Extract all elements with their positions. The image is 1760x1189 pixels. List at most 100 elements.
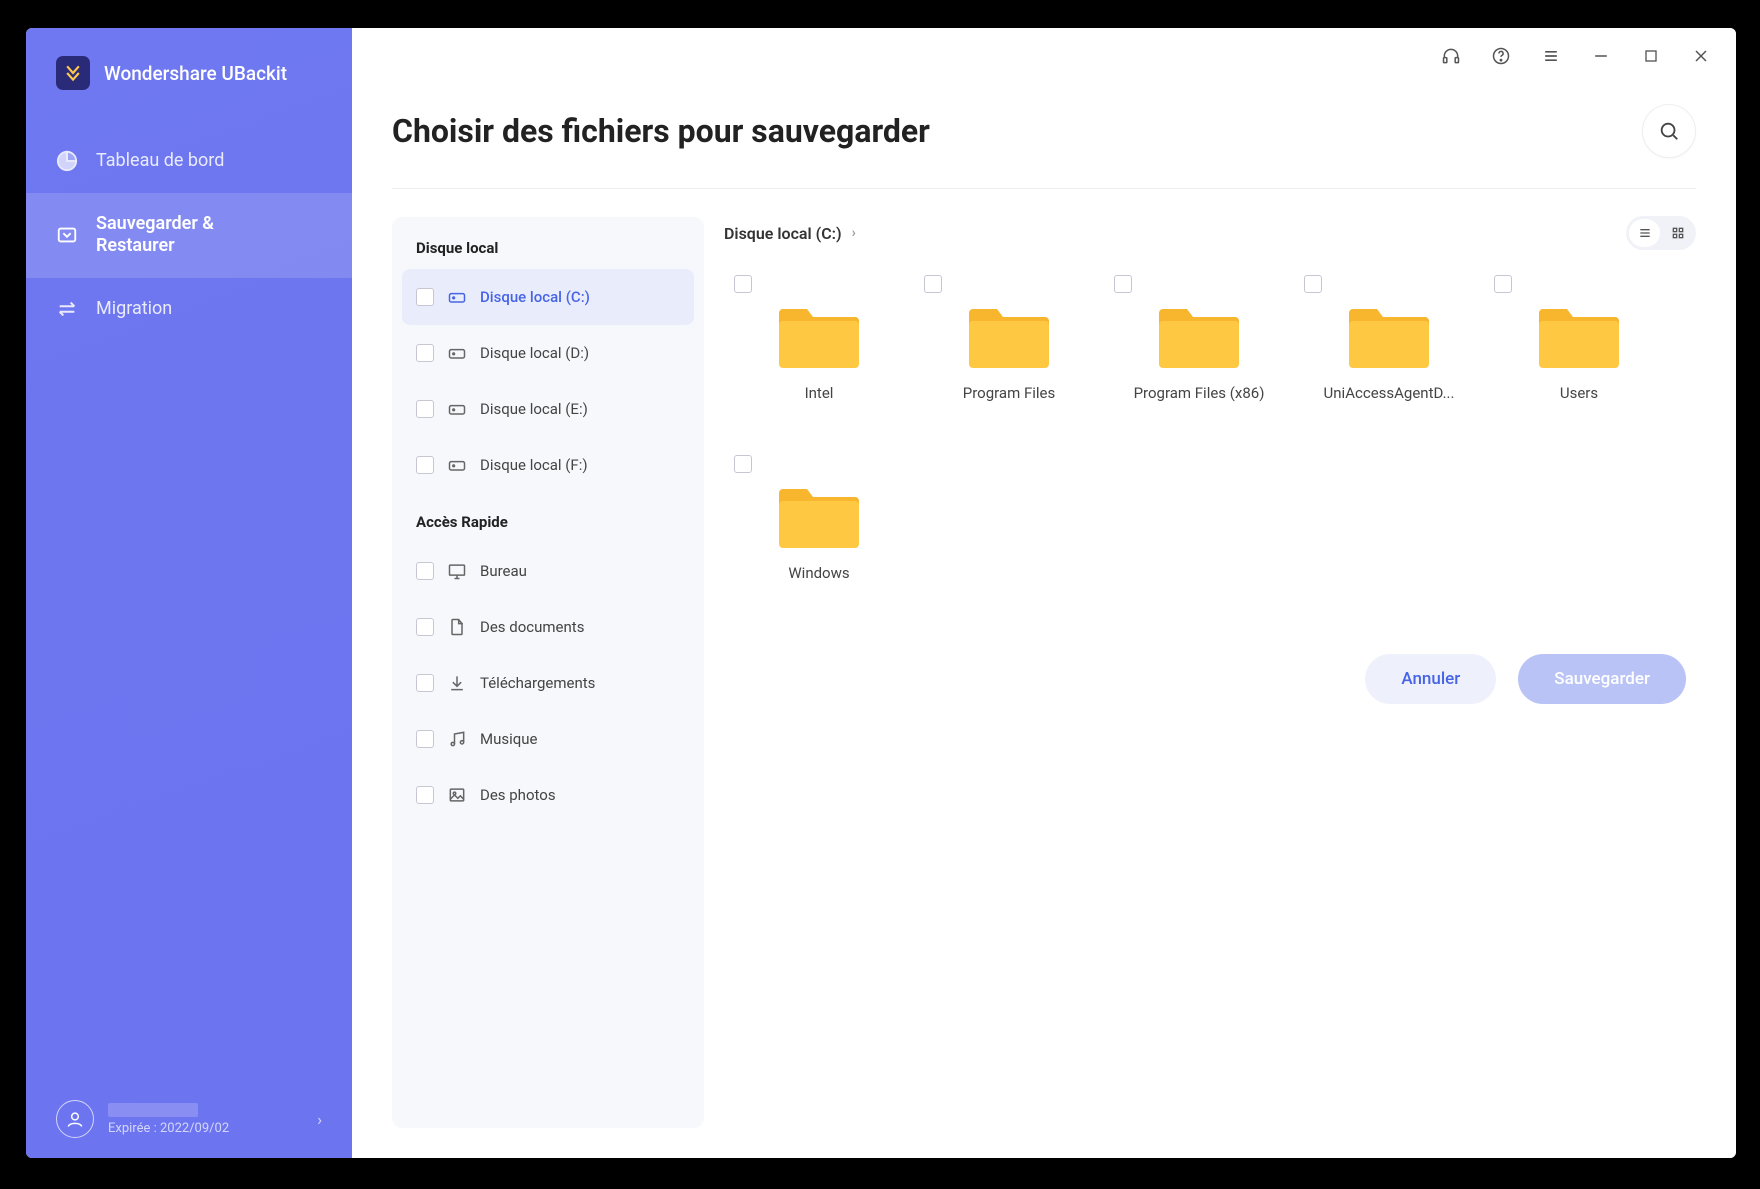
sidebar-item-dashboard[interactable]: Tableau de bord xyxy=(26,130,352,193)
search-button[interactable] xyxy=(1642,104,1696,158)
cancel-button[interactable]: Annuler xyxy=(1365,654,1496,704)
headset-icon[interactable] xyxy=(1440,45,1462,67)
content: Choisir des fichiers pour sauvegarder Di… xyxy=(352,84,1736,1158)
folder-item[interactable]: Windows xyxy=(724,451,914,631)
sidebar-item-label: Migration xyxy=(96,298,172,321)
quick-label: Téléchargements xyxy=(480,674,595,692)
folder-area: Disque local (C:) › Inte xyxy=(724,217,1696,1128)
folder-item[interactable]: Program Files (x86) xyxy=(1104,271,1294,451)
quick-item-desktop[interactable]: Bureau xyxy=(402,543,694,599)
disk-list: Disque local (C:) Disque local (D:) Disq… xyxy=(402,269,694,493)
folder-icon xyxy=(1539,303,1619,368)
quick-label: Musique xyxy=(480,730,538,748)
help-icon[interactable] xyxy=(1490,45,1512,67)
view-list-button[interactable] xyxy=(1629,219,1660,247)
folder-label: Program Files (x86) xyxy=(1134,384,1265,402)
checkbox[interactable] xyxy=(416,456,434,474)
main: Choisir des fichiers pour sauvegarder Di… xyxy=(352,28,1736,1158)
account-area[interactable]: Expirée : 2022/09/02 › xyxy=(26,1080,352,1158)
menu-icon[interactable] xyxy=(1540,45,1562,67)
drive-icon xyxy=(446,454,468,476)
checkbox[interactable] xyxy=(1494,275,1512,293)
save-button[interactable]: Sauvegarder xyxy=(1518,654,1686,704)
quick-item-photos[interactable]: Des photos xyxy=(402,767,694,823)
folder-icon xyxy=(779,303,859,368)
folder-label: Windows xyxy=(788,564,849,582)
page-title: Choisir des fichiers pour sauvegarder xyxy=(392,112,930,150)
quick-item-music[interactable]: Musique xyxy=(402,711,694,767)
checkbox[interactable] xyxy=(734,455,752,473)
checkbox[interactable] xyxy=(416,618,434,636)
folder-item[interactable]: Program Files xyxy=(914,271,1104,451)
folder-label: Program Files xyxy=(963,384,1055,402)
checkbox[interactable] xyxy=(1304,275,1322,293)
account-name-redacted xyxy=(108,1103,198,1117)
disk-label: Disque local (F:) xyxy=(480,456,588,474)
account-expiry: Expirée : 2022/09/02 xyxy=(108,1121,303,1136)
drive-icon xyxy=(446,286,468,308)
checkbox[interactable] xyxy=(416,562,434,580)
checkbox[interactable] xyxy=(734,275,752,293)
chevron-right-icon: › xyxy=(852,225,856,241)
checkbox[interactable] xyxy=(416,288,434,306)
checkbox[interactable] xyxy=(416,344,434,362)
folder-label: Users xyxy=(1560,384,1598,402)
folder-item[interactable]: Users xyxy=(1484,271,1674,451)
sidebar-item-migration[interactable]: Migration xyxy=(26,278,352,341)
sidebar-item-label: Tableau de bord xyxy=(96,150,224,173)
swap-icon xyxy=(56,298,78,320)
quick-label: Bureau xyxy=(480,562,527,580)
disk-label: Disque local (D:) xyxy=(480,344,589,362)
window-close[interactable] xyxy=(1690,45,1712,67)
app-window: Wondershare UBackit Tableau de bord Sauv… xyxy=(26,28,1736,1158)
folder-icon xyxy=(779,483,859,548)
checkbox[interactable] xyxy=(416,674,434,692)
drive-icon xyxy=(446,342,468,364)
panel-group-title-quick: Accès Rapide xyxy=(402,493,694,543)
download-icon xyxy=(446,672,468,694)
folder-label: Intel xyxy=(805,384,834,402)
checkbox[interactable] xyxy=(924,275,942,293)
sidebar-item-backup-restore[interactable]: Sauvegarder & Restaurer xyxy=(26,193,352,278)
folder-item[interactable]: UniAccessAgentD... xyxy=(1294,271,1484,451)
document-icon xyxy=(446,616,468,638)
window-minimize[interactable] xyxy=(1590,45,1612,67)
view-toggle xyxy=(1626,216,1696,250)
user-icon xyxy=(56,1100,94,1138)
crumb-row: Disque local (C:) › xyxy=(724,217,1696,249)
folder-item[interactable]: Intel xyxy=(724,271,914,451)
checkbox[interactable] xyxy=(416,786,434,804)
quick-label: Des documents xyxy=(480,618,584,636)
disk-label: Disque local (E:) xyxy=(480,400,588,418)
checkbox[interactable] xyxy=(1114,275,1132,293)
disk-item-e[interactable]: Disque local (E:) xyxy=(402,381,694,437)
app-logo-icon xyxy=(56,56,90,90)
folder-icon xyxy=(1159,303,1239,368)
music-icon xyxy=(446,728,468,750)
window-maximize[interactable] xyxy=(1640,45,1662,67)
sidebar: Wondershare UBackit Tableau de bord Sauv… xyxy=(26,28,352,1158)
quick-item-downloads[interactable]: Téléchargements xyxy=(402,655,694,711)
image-icon xyxy=(446,784,468,806)
disk-item-c[interactable]: Disque local (C:) xyxy=(402,269,694,325)
disk-item-d[interactable]: Disque local (D:) xyxy=(402,325,694,381)
quick-label: Des photos xyxy=(480,786,556,804)
footer: Annuler Sauvegarder xyxy=(724,631,1696,727)
monitor-icon xyxy=(446,560,468,582)
breadcrumb[interactable]: Disque local (C:) › xyxy=(724,224,856,243)
folder-label: UniAccessAgentD... xyxy=(1324,384,1455,402)
checkbox[interactable] xyxy=(416,400,434,418)
body: Disque local Disque local (C:) Disque lo… xyxy=(392,189,1696,1128)
folder-icon xyxy=(1349,303,1429,368)
disk-item-f[interactable]: Disque local (F:) xyxy=(402,437,694,493)
breadcrumb-label: Disque local (C:) xyxy=(724,224,842,243)
panel-group-title-disks: Disque local xyxy=(402,239,694,269)
quick-item-documents[interactable]: Des documents xyxy=(402,599,694,655)
sidebar-nav: Tableau de bord Sauvegarder & Restaurer … xyxy=(26,130,352,340)
drive-icon xyxy=(446,398,468,420)
header-row: Choisir des fichiers pour sauvegarder xyxy=(392,84,1696,189)
view-grid-button[interactable] xyxy=(1662,219,1693,247)
account-meta: Expirée : 2022/09/02 xyxy=(108,1103,303,1136)
checkbox[interactable] xyxy=(416,730,434,748)
app-title: Wondershare UBackit xyxy=(104,62,287,85)
